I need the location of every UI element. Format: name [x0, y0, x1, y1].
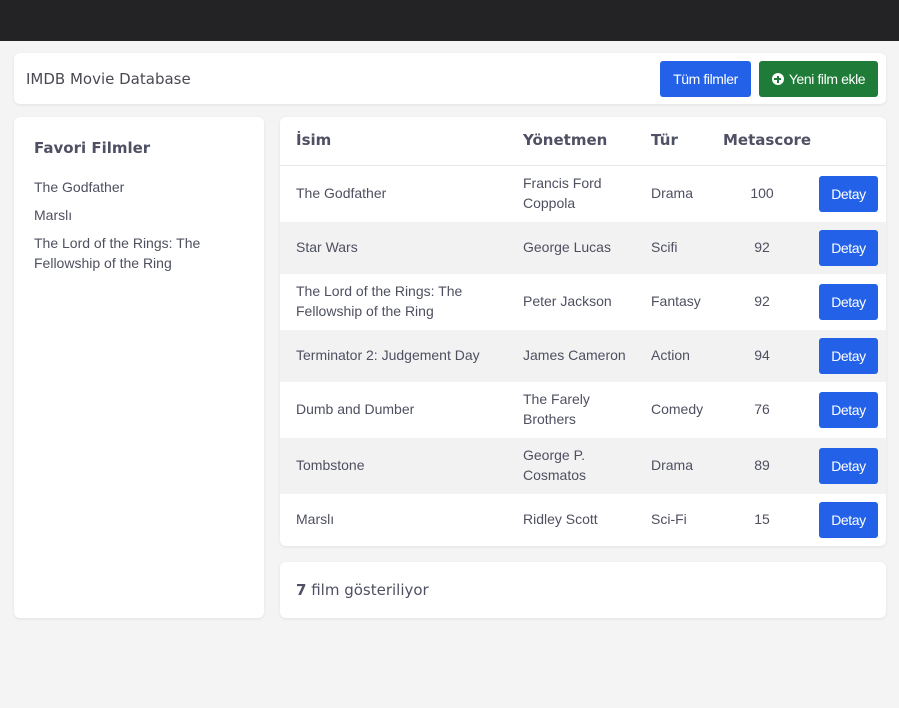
favorites-title: Favori Filmler	[34, 139, 151, 157]
header-card: IMDB Movie Database Tüm filmler Yeni fil…	[14, 53, 886, 104]
table-row: Tombstone George P. Cosmatos Drama 89 De…	[280, 438, 886, 494]
favorites-list: The Godfather Marslı The Lord of the Rin…	[34, 177, 234, 281]
favorite-item[interactable]: The Lord of the Rings: The Fellowship of…	[34, 233, 234, 273]
column-header-genre: Tür	[651, 131, 678, 149]
movie-genre: Fantasy	[651, 293, 701, 309]
favorites-sidebar: Favori Filmler The Godfather Marslı The …	[14, 117, 264, 618]
detail-button[interactable]: Detay	[819, 338, 878, 374]
film-count-text: 7 film gösteriliyor	[296, 581, 429, 599]
detail-button[interactable]: Detay	[819, 230, 878, 266]
movie-metascore: 92	[754, 239, 770, 255]
movie-genre: Scifi	[651, 239, 678, 255]
movie-director: George Lucas	[523, 239, 611, 255]
movie-director: Francis Ford Coppola	[523, 175, 602, 211]
detail-button[interactable]: Detay	[819, 392, 878, 428]
movie-name: Star Wars	[296, 239, 358, 255]
movies-table: İsim Yönetmen Tür Metascore The Godfathe…	[280, 117, 886, 546]
table-row: Star Wars George Lucas Scifi 92 Detay	[280, 222, 886, 274]
favorite-item[interactable]: The Godfather	[34, 177, 234, 197]
footer-card: 7 film gösteriliyor	[280, 562, 886, 618]
movie-director: George P. Cosmatos	[523, 447, 587, 483]
top-navbar	[0, 0, 899, 41]
movie-genre: Sci-Fi	[651, 511, 687, 527]
movie-director: Ridley Scott	[523, 511, 598, 527]
movie-director: Peter Jackson	[523, 293, 612, 309]
movie-director: The Farely Brothers	[523, 391, 590, 427]
movie-name: The Lord of the Rings: The Fellowship of…	[296, 283, 463, 319]
movie-name: Tombstone	[296, 457, 365, 473]
movie-name: Dumb and Dumber	[296, 401, 415, 417]
movie-genre: Drama	[651, 185, 694, 201]
app-title: IMDB Movie Database	[26, 70, 191, 88]
movie-name: Marslı	[296, 511, 335, 527]
movie-genre: Action	[651, 347, 690, 363]
detail-button[interactable]: Detay	[819, 448, 878, 484]
table-row: The Lord of the Rings: The Fellowship of…	[280, 274, 886, 330]
film-count-label: film gösteriliyor	[311, 581, 429, 599]
detail-button[interactable]: Detay	[819, 284, 878, 320]
movie-metascore: 89	[754, 457, 770, 473]
movie-genre: Comedy	[651, 401, 704, 417]
favorite-item[interactable]: Marslı	[34, 205, 234, 225]
table-row: Terminator 2: Judgement Day James Camero…	[280, 330, 886, 382]
plus-circle-icon	[771, 73, 784, 85]
movie-name: Terminator 2: Judgement Day	[296, 347, 480, 363]
movie-metascore: 100	[750, 185, 774, 201]
table-row: Dumb and Dumber The Farely Brothers Come…	[280, 382, 886, 438]
movie-metascore: 92	[754, 293, 770, 309]
movie-metascore: 15	[754, 511, 770, 527]
table-row: Marslı Ridley Scott Sci-Fi 15 Detay	[280, 494, 886, 546]
movie-metascore: 76	[754, 401, 770, 417]
column-header-name: İsim	[296, 131, 332, 149]
column-header-metascore: Metascore	[723, 131, 812, 149]
add-film-button[interactable]: Yeni film ekle	[759, 61, 878, 97]
movie-name: The Godfather	[296, 185, 387, 201]
column-header-director: Yönetmen	[523, 131, 608, 149]
movie-director: James Cameron	[523, 347, 626, 363]
movie-metascore: 94	[754, 347, 770, 363]
table-row: The Godfather Francis Ford Coppola Drama…	[280, 166, 886, 222]
all-films-button[interactable]: Tüm filmler	[660, 61, 751, 97]
add-film-label: Yeni film ekle	[788, 71, 866, 87]
table-header: İsim Yönetmen Tür Metascore	[280, 117, 886, 166]
detail-button[interactable]: Detay	[819, 176, 878, 212]
detail-button[interactable]: Detay	[819, 502, 878, 538]
film-count: 7	[296, 581, 307, 599]
movie-genre: Drama	[651, 457, 694, 473]
